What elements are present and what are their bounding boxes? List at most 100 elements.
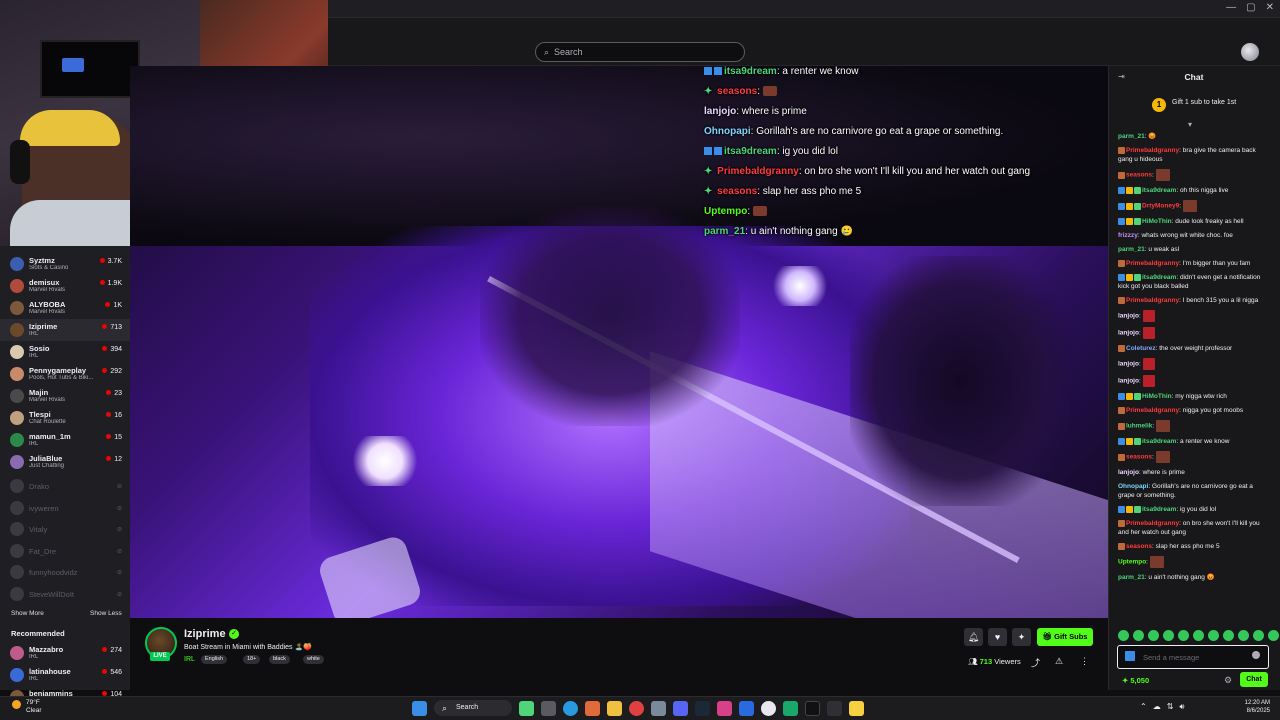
- pinned-chevron-icon[interactable]: ▾: [1188, 120, 1192, 129]
- chat-badge-icon[interactable]: [1125, 651, 1135, 661]
- app2-icon[interactable]: [739, 700, 754, 716]
- minimize-icon[interactable]: —: [1226, 2, 1236, 13]
- quick-emote-icon[interactable]: [1253, 630, 1264, 641]
- sidebar-channel-offline[interactable]: SteveWillDoIt ⊘: [0, 583, 130, 605]
- sidebar-channel[interactable]: Sosio IRL 394: [0, 341, 130, 363]
- chat-username[interactable]: lanjojo: [1118, 361, 1139, 368]
- notes-icon[interactable]: [849, 700, 864, 716]
- chat-username[interactable]: HiMoThin: [1142, 218, 1172, 225]
- report-icon[interactable]: ⚠: [1055, 656, 1063, 667]
- store-icon[interactable]: [585, 700, 600, 716]
- taskbar-clock[interactable]: 12:20 AM 8/6/2025: [1230, 699, 1270, 715]
- edge-icon[interactable]: [563, 700, 578, 716]
- sidebar-channel-offline[interactable]: Drako ⊘: [0, 475, 130, 497]
- show-less-link[interactable]: Show Less: [90, 610, 122, 617]
- follow-button[interactable]: ♥: [988, 628, 1007, 646]
- show-more-link[interactable]: Show More: [11, 610, 44, 617]
- gift-button[interactable]: ✦: [1012, 628, 1031, 646]
- app-icon[interactable]: [651, 700, 666, 716]
- stream-tag[interactable]: 18+: [243, 655, 261, 664]
- user-avatar[interactable]: [1241, 43, 1259, 61]
- channel-points[interactable]: ✦ 5,050: [1122, 676, 1149, 685]
- chat-username[interactable]: parm_21: [1118, 133, 1145, 140]
- stream-tag[interactable]: white: [303, 655, 324, 664]
- chat-username[interactable]: frizzzy: [1118, 232, 1138, 239]
- gift-subs-button[interactable]: 🎁︎ Gift Subs: [1037, 628, 1093, 646]
- sidebar-channel[interactable]: Syztmz Slots & Casino 3.7K: [0, 253, 130, 275]
- taskbar-search[interactable]: Search: [434, 700, 512, 716]
- recommended-channel[interactable]: Mazzabro IRL 274: [0, 642, 130, 664]
- quick-emote-icon[interactable]: [1133, 630, 1144, 641]
- chat-username[interactable]: Primebaldgranny: [1126, 297, 1179, 304]
- chat-username[interactable]: parm_21: [1118, 574, 1145, 581]
- sidebar-channel[interactable]: JuliaBlue Just Chatting 12: [0, 451, 130, 473]
- chat-username[interactable]: Uptempo: [1118, 559, 1146, 566]
- chat-settings-icon[interactable]: ⚙: [1224, 675, 1232, 686]
- weather-widget[interactable]: 79°F Clear: [26, 699, 42, 715]
- chat-username[interactable]: HiMoThin: [1142, 393, 1172, 400]
- chat-username[interactable]: parm_21: [1118, 246, 1145, 253]
- streamer-name[interactable]: Iziprime: [184, 628, 226, 640]
- chat-username[interactable]: Primebaldgranny: [1126, 260, 1179, 267]
- emoji-icon[interactable]: [1252, 651, 1260, 659]
- stream-tag[interactable]: black: [269, 655, 290, 664]
- stream-tag[interactable]: English: [201, 655, 228, 664]
- sidebar-channel[interactable]: demisux Marvel Rivals 1.9K: [0, 275, 130, 297]
- chat-username[interactable]: Ohnopapi: [1118, 483, 1148, 490]
- chat-send-button[interactable]: Chat: [1240, 672, 1268, 687]
- chat-username[interactable]: luhmelik: [1126, 423, 1152, 430]
- chat-username[interactable]: lanjojo: [1118, 378, 1139, 385]
- quick-emote-icon[interactable]: [1238, 630, 1249, 641]
- quick-emote-bar[interactable]: [1118, 630, 1280, 641]
- search-input[interactable]: ⌕ Search: [535, 42, 745, 62]
- chat-username[interactable]: Primebaldgranny: [1126, 407, 1179, 414]
- more-options-icon[interactable]: ⋮: [1080, 656, 1089, 667]
- maximize-icon[interactable]: ▢: [1246, 2, 1255, 13]
- chat-username[interactable]: itsa9dream: [1142, 187, 1176, 194]
- chat-username[interactable]: seasons: [1126, 543, 1152, 550]
- quick-emote-icon[interactable]: [1163, 630, 1174, 641]
- system-tray[interactable]: ⌃☁⇅🔊︎: [1140, 702, 1190, 712]
- sidebar-channel[interactable]: Majin Marvel Rivals 23: [0, 385, 130, 407]
- notifications-button[interactable]: 🔔︎: [964, 628, 983, 646]
- quick-emote-icon[interactable]: [1118, 630, 1129, 641]
- tiktok-icon[interactable]: [805, 700, 820, 716]
- instagram-icon[interactable]: [717, 700, 732, 716]
- stream-category[interactable]: IRL: [184, 656, 195, 663]
- share-icon[interactable]: ⤴: [1031, 656, 1040, 669]
- file-explorer-icon[interactable]: [607, 700, 622, 716]
- chat-input-box[interactable]: [1117, 645, 1269, 669]
- chat-username[interactable]: seasons: [1126, 454, 1152, 461]
- chrome-icon[interactable]: [629, 700, 644, 716]
- chat-username[interactable]: itsa9dream: [1142, 438, 1176, 445]
- sidebar-channel-offline[interactable]: funnyhoodvidz ⊘: [0, 561, 130, 583]
- openai-icon[interactable]: [761, 700, 776, 716]
- sidebar-channel-offline[interactable]: ivyweren ⊘: [0, 497, 130, 519]
- quick-emote-icon[interactable]: [1193, 630, 1204, 641]
- widgets-icon[interactable]: [519, 700, 534, 716]
- task-view-icon[interactable]: [541, 700, 556, 716]
- recommended-channel[interactable]: latinahouse IRL 546: [0, 664, 130, 686]
- sidebar-channel[interactable]: ALYBOBA Marvel Rivals 1K: [0, 297, 130, 319]
- quick-emote-icon[interactable]: [1178, 630, 1189, 641]
- sidebar-channel[interactable]: Iziprime IRL 713: [0, 319, 130, 341]
- chat-username[interactable]: seasons: [1126, 172, 1152, 179]
- app3-icon[interactable]: [783, 700, 798, 716]
- quick-emote-icon[interactable]: [1148, 630, 1159, 641]
- discord-icon[interactable]: [673, 700, 688, 716]
- sidebar-channel-offline[interactable]: Vitaly ⊘: [0, 518, 130, 540]
- close-icon[interactable]: ✕: [1266, 2, 1274, 13]
- sidebar-channel[interactable]: Pennygameplay Pools, Hot Tubs & Biki... 29…: [0, 363, 130, 385]
- quick-emote-icon[interactable]: [1208, 630, 1219, 641]
- sidebar-channel[interactable]: Tlespi Chat Roulette 16: [0, 407, 130, 429]
- sidebar-channel-offline[interactable]: Fat_Dre ⊘: [0, 540, 130, 562]
- chat-username[interactable]: Primebaldgranny: [1126, 147, 1179, 154]
- chat-username[interactable]: DrtyMoney9: [1142, 203, 1179, 210]
- app4-icon[interactable]: [827, 700, 842, 716]
- steam-icon[interactable]: [695, 700, 710, 716]
- chat-username[interactable]: lanjojo: [1118, 469, 1139, 476]
- gift-banner[interactable]: Gift 1 sub to take 1st: [1172, 99, 1236, 106]
- chat-username[interactable]: Coleturez: [1126, 345, 1156, 352]
- quick-emote-icon[interactable]: [1268, 630, 1279, 641]
- quick-emote-icon[interactable]: [1223, 630, 1234, 641]
